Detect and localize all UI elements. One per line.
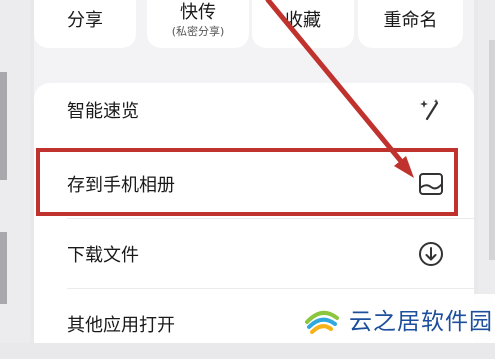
watermark-logo-icon	[303, 298, 341, 340]
watermark-text: 云之居软件园	[349, 308, 493, 335]
annotation-arrow-icon	[265, 0, 414, 178]
watermark: 云之居软件园	[293, 294, 495, 343]
